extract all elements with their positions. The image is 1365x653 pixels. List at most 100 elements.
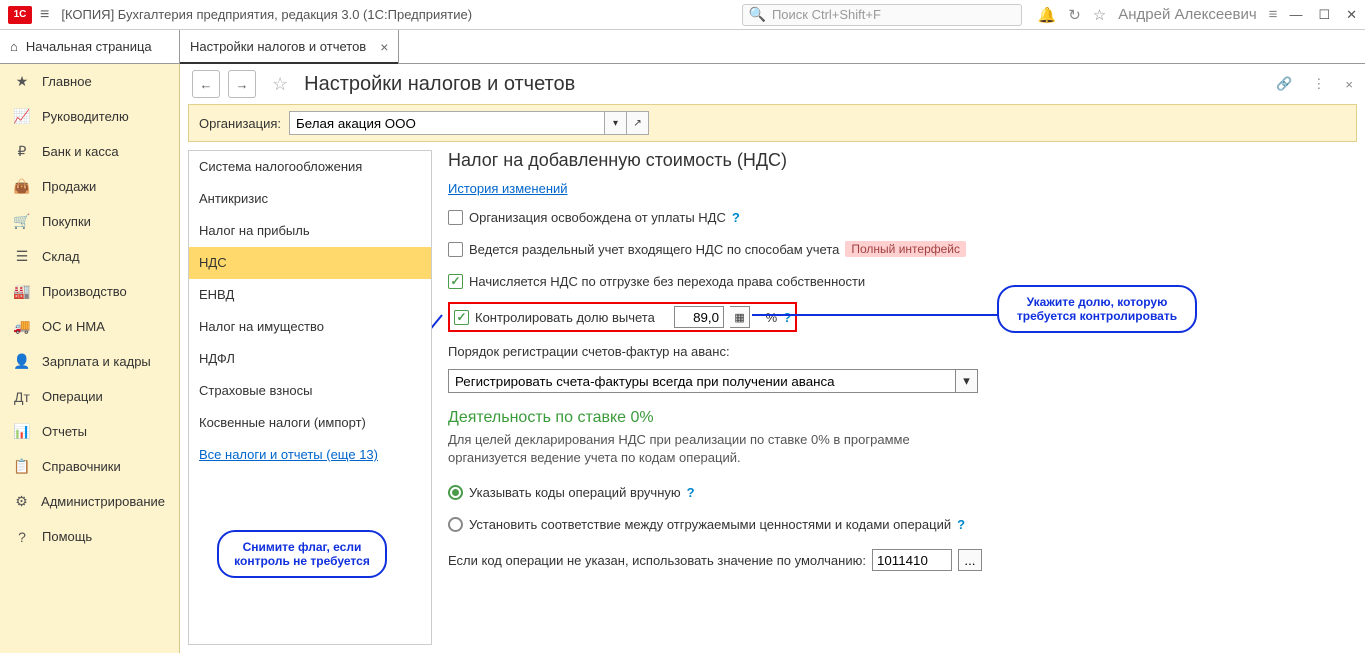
- sidebar-label: Склад: [42, 249, 80, 264]
- sidebar-item[interactable]: ? Помощь: [0, 519, 179, 554]
- sidebar-icon: ₽: [14, 144, 30, 160]
- link-icon[interactable]: 🔗: [1276, 76, 1292, 92]
- star-icon[interactable]: ☆: [1093, 6, 1106, 24]
- maximize-button[interactable]: ☐: [1318, 7, 1330, 23]
- settings-icon[interactable]: ≡: [1269, 6, 1278, 23]
- radio-auto-codes[interactable]: [448, 517, 463, 532]
- org-dropdown-button[interactable]: ▾: [605, 111, 627, 135]
- percent-label: %: [766, 310, 778, 325]
- org-label: Организация:: [199, 116, 281, 131]
- default-code-label: Если код операции не указан, использоват…: [448, 553, 866, 568]
- close-button[interactable]: ✕: [1346, 7, 1357, 23]
- sidebar-label: Справочники: [42, 459, 121, 474]
- search-input[interactable]: 🔍 Поиск Ctrl+Shift+F: [742, 4, 1022, 26]
- tab-home[interactable]: ⌂ Начальная страница: [0, 30, 180, 63]
- help-icon[interactable]: ?: [957, 517, 965, 532]
- sidebar-icon: 👜: [14, 179, 30, 195]
- org-input[interactable]: [289, 111, 605, 135]
- sidebar-item[interactable]: 📈 Руководителю: [0, 99, 179, 134]
- help-icon[interactable]: ?: [687, 485, 695, 500]
- back-button[interactable]: ←: [192, 70, 220, 98]
- sidebar-item[interactable]: ⚙Администрирование: [0, 484, 179, 519]
- search-icon: 🔍: [749, 6, 766, 23]
- checkbox-control-ratio[interactable]: ✓: [454, 310, 469, 325]
- sidebar-item[interactable]: ₽ Банк и касса: [0, 134, 179, 169]
- close-content-icon[interactable]: ×: [1345, 77, 1353, 92]
- bell-icon[interactable]: 🔔: [1038, 6, 1057, 24]
- sidebar-label: Банк и касса: [42, 144, 119, 159]
- sidebar-icon: ☰: [14, 249, 30, 265]
- radio-manual-codes[interactable]: [448, 485, 463, 500]
- calculator-button[interactable]: ▦: [730, 306, 750, 328]
- sidebar-item[interactable]: 🏭 Производство: [0, 274, 179, 309]
- sidebar-label: Руководителю: [42, 109, 129, 124]
- sidebar-label: Отчеты: [42, 424, 87, 439]
- default-code-input[interactable]: [872, 549, 952, 571]
- zero-rate-heading: Деятельность по ставке 0%: [448, 409, 1341, 427]
- sidebar-icon: 🚚: [14, 319, 30, 335]
- sidebar-item[interactable]: ☰ Склад: [0, 239, 179, 274]
- history-link[interactable]: История изменений: [448, 181, 568, 196]
- page-title: Настройки налогов и отчетов: [304, 73, 575, 96]
- home-icon: ⌂: [10, 39, 18, 54]
- tabs-bar: ⌂ Начальная страница Настройки налогов и…: [0, 30, 1365, 64]
- sidebar-item[interactable]: ДтОперации: [0, 379, 179, 414]
- forward-button[interactable]: →: [228, 70, 256, 98]
- checkbox-separate[interactable]: [448, 242, 463, 257]
- checkbox-separate-label: Ведется раздельный учет входящего НДС по…: [469, 242, 839, 257]
- checkbox-exempt[interactable]: [448, 210, 463, 225]
- sidebar-item[interactable]: 🚚ОС и НМА: [0, 309, 179, 344]
- left-menu-item[interactable]: Налог на имущество: [189, 311, 431, 343]
- callout-right: Укажите долю, которуютребуется контролир…: [997, 285, 1197, 333]
- left-menu-item[interactable]: НДФЛ: [189, 343, 431, 375]
- help-icon[interactable]: ?: [783, 310, 791, 325]
- left-menu-item[interactable]: Страховые взносы: [189, 375, 431, 407]
- more-icon[interactable]: ⋮: [1312, 76, 1325, 92]
- sidebar-item[interactable]: 🛒Покупки: [0, 204, 179, 239]
- left-menu-item[interactable]: НДС: [189, 247, 431, 279]
- radio-auto-codes-label: Установить соответствие между отгружаемы…: [469, 517, 951, 532]
- sidebar-item[interactable]: 📋Справочники: [0, 449, 179, 484]
- settings-right-panel: Налог на добавленную стоимость (НДС) Ист…: [432, 150, 1357, 645]
- sidebar-icon: 🏭: [14, 284, 30, 300]
- main-sidebar: ★Главное 📈 Руководителю ₽ Банк и касса 👜Прода…: [0, 64, 180, 653]
- sidebar-label: Главное: [42, 74, 92, 89]
- sidebar-item[interactable]: ★Главное: [0, 64, 179, 99]
- ratio-input[interactable]: [674, 306, 724, 328]
- sidebar-icon: ?: [14, 529, 30, 545]
- titlebar-icons: 🔔 ↻ ☆ Андрей Алексеевич ≡: [1038, 6, 1278, 24]
- left-menu-item[interactable]: Налог на прибыль: [189, 215, 431, 247]
- sidebar-label: Операции: [42, 389, 103, 404]
- sidebar-label: Зарплата и кадры: [42, 354, 151, 369]
- advance-select-dropdown[interactable]: ▾: [956, 369, 978, 393]
- sidebar-label: Покупки: [42, 214, 91, 229]
- left-menu-item[interactable]: Система налогообложения: [189, 151, 431, 183]
- search-placeholder: Поиск Ctrl+Shift+F: [772, 7, 881, 22]
- sidebar-item[interactable]: 👤Зарплата и кадры: [0, 344, 179, 379]
- callout-left: Снимите флаг, если контроль не требуется: [217, 530, 387, 578]
- favorite-icon[interactable]: ☆: [272, 74, 288, 95]
- left-menu-item[interactable]: ЕНВД: [189, 279, 431, 311]
- default-code-browse-button[interactable]: ...: [958, 549, 982, 571]
- user-name[interactable]: Андрей Алексеевич: [1118, 6, 1256, 23]
- sidebar-label: Производство: [42, 284, 127, 299]
- checkbox-shipment[interactable]: ✓: [448, 274, 463, 289]
- sidebar-item[interactable]: 📊Отчеты: [0, 414, 179, 449]
- history-icon[interactable]: ↻: [1068, 6, 1081, 24]
- sidebar-icon: 📈: [14, 109, 30, 125]
- tab-settings[interactable]: Настройки налогов и отчетов ×: [180, 30, 399, 63]
- help-icon[interactable]: ?: [732, 210, 740, 225]
- titlebar: 1C ≡ [КОПИЯ] Бухгалтерия предприятия, ре…: [0, 0, 1365, 30]
- control-ratio-highlight: ✓ Контролировать долю вычета ▦ % ?: [448, 302, 797, 332]
- left-menu-item[interactable]: Антикризис: [189, 183, 431, 215]
- sidebar-label: Помощь: [42, 529, 92, 544]
- left-menu-item[interactable]: Косвенные налоги (импорт): [189, 407, 431, 439]
- org-open-button[interactable]: ↗: [627, 111, 649, 135]
- checkbox-control-ratio-label: Контролировать долю вычета: [475, 310, 655, 325]
- tab-close-icon[interactable]: ×: [380, 39, 388, 55]
- menu-icon[interactable]: ≡: [40, 6, 49, 24]
- sidebar-item[interactable]: 👜Продажи: [0, 169, 179, 204]
- minimize-button[interactable]: —: [1289, 7, 1302, 23]
- left-menu-item[interactable]: Все налоги и отчеты (еще 13): [189, 439, 431, 471]
- advance-select-input[interactable]: [448, 369, 956, 393]
